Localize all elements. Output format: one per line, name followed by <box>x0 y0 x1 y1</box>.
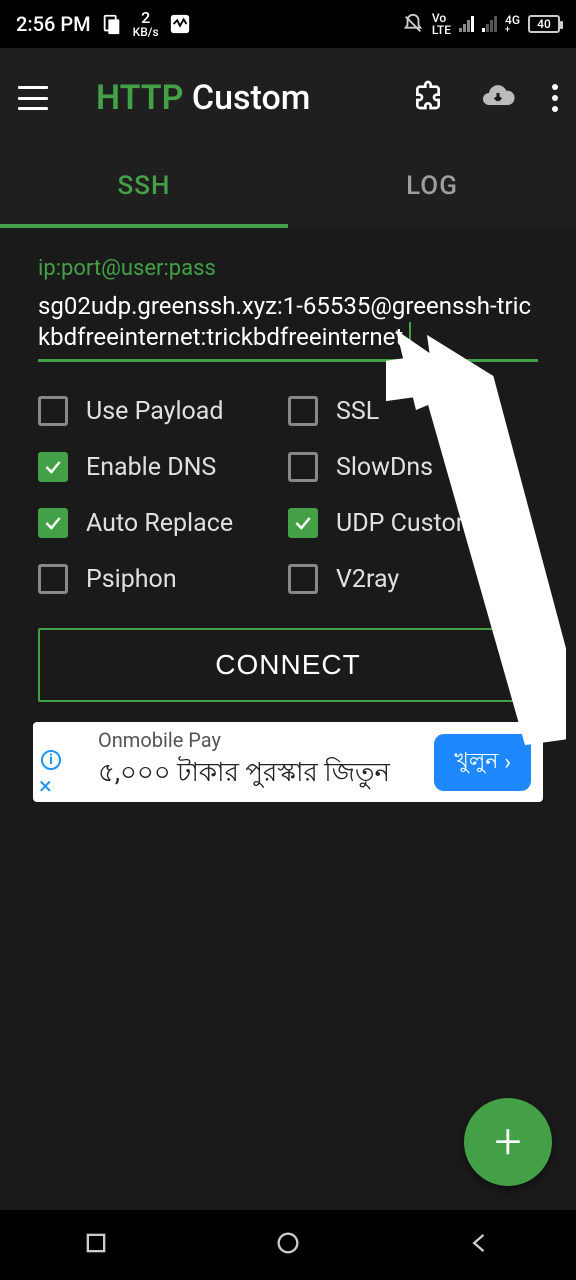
check-enable-dns[interactable]: Enable DNS <box>38 452 288 482</box>
connection-input[interactable]: sg02udp.greenssh.xyz:1-65535@greenssh-tr… <box>38 281 538 362</box>
ad-info-icon[interactable]: i <box>41 750 61 770</box>
menu-button[interactable] <box>18 86 48 110</box>
check-slowdns[interactable]: SlowDns <box>288 452 538 482</box>
check-label: Use Payload <box>86 397 224 426</box>
app-header: HTTP Custom <box>0 48 576 148</box>
cloud-download-icon[interactable] <box>480 78 516 118</box>
check-label: UDP Custom <box>336 509 478 538</box>
tabs: SSH LOG <box>0 148 576 228</box>
check-udp-custom[interactable]: UDP Custom <box>288 508 538 538</box>
check-v2ray[interactable]: V2ray <box>288 564 538 594</box>
check-label: SlowDns <box>336 453 433 482</box>
connection-label: ip:port@user:pass <box>38 256 538 281</box>
check-label: Enable DNS <box>86 453 216 482</box>
check-use-payload[interactable]: Use Payload <box>38 396 288 426</box>
notifications-off-icon <box>402 13 424 35</box>
status-bar: 2:56 PM 2 KB/s VoLTE 4G+ 40 <box>0 0 576 48</box>
tab-log[interactable]: LOG <box>288 148 576 228</box>
signal2-icon <box>482 16 497 32</box>
signal-icon <box>459 16 474 32</box>
volte-indicator: VoLTE <box>432 12 451 36</box>
plus-icon: + <box>494 1118 521 1166</box>
ad-title: Onmobile Pay <box>98 728 422 752</box>
back-button[interactable] <box>466 1229 494 1261</box>
ad-close-icon[interactable]: × <box>39 774 52 798</box>
check-ssl[interactable]: SSL <box>288 396 538 426</box>
battery-icon: 40 <box>528 15 560 33</box>
check-label: Auto Replace <box>86 509 233 538</box>
chevron-right-icon: › <box>504 750 511 775</box>
app-title: HTTP Custom <box>96 78 310 118</box>
activity-icon <box>169 13 191 35</box>
more-options-button[interactable] <box>552 84 558 112</box>
ad-cta-button[interactable]: খুলুন › <box>434 734 531 791</box>
ad-subtitle: ৫,০০০ টাকার পুরস্কার জিতুন <box>98 752 422 796</box>
add-fab[interactable]: + <box>464 1098 552 1186</box>
system-navbar <box>0 1210 576 1280</box>
check-label: V2ray <box>336 565 399 594</box>
recents-button[interactable] <box>82 1229 110 1261</box>
network-speed: 2 KB/s <box>133 10 159 38</box>
status-time: 2:56 PM <box>16 12 91 36</box>
check-auto-replace[interactable]: Auto Replace <box>38 508 288 538</box>
document-icon <box>101 13 123 35</box>
ad-banner[interactable]: i × Onmobile Pay ৫,০০০ টাকার পুরস্কার জি… <box>33 722 543 802</box>
check-psiphon[interactable]: Psiphon <box>38 564 288 594</box>
check-label: SSL <box>336 397 379 426</box>
check-label: Psiphon <box>86 565 177 594</box>
home-button[interactable] <box>274 1229 302 1261</box>
connect-button[interactable]: CONNECT <box>38 628 538 702</box>
extension-icon[interactable] <box>412 80 444 116</box>
tab-ssh[interactable]: SSH <box>0 148 288 228</box>
network-type: 4G+ <box>505 14 520 35</box>
